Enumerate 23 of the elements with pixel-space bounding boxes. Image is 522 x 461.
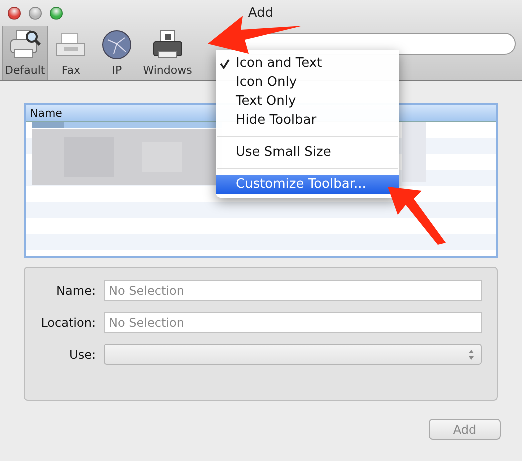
toolbar-item[interactable]: IP [94, 26, 140, 80]
zoom-button[interactable] [50, 6, 63, 20]
menu-item[interactable]: Use Small Size [216, 143, 399, 162]
close-button[interactable] [8, 6, 21, 20]
globe-icon [100, 28, 134, 62]
field-label: Location: [40, 316, 96, 330]
column-header[interactable]: Name [30, 106, 62, 120]
toolbar-item[interactable]: Windows [140, 26, 196, 80]
window-title: Add [248, 6, 274, 20]
toolbar-item[interactable]: Default [2, 26, 48, 80]
stepper-arrows-icon [468, 348, 475, 360]
toolbar-item[interactable]: Fax [48, 26, 94, 80]
menu-item[interactable]: Icon and Text [216, 54, 399, 73]
minimize-button[interactable] [29, 6, 42, 20]
menu-item[interactable]: Icon Only [216, 73, 399, 92]
text-field[interactable]: No Selection [104, 280, 482, 301]
annotation-arrow [388, 187, 446, 245]
menu-item[interactable]: Customize Toolbar... [216, 175, 399, 194]
field-label: Use: [68, 348, 96, 362]
menu-item[interactable]: Text Only [216, 92, 399, 111]
menu-item[interactable]: Hide Toolbar [216, 111, 399, 130]
field-label: Name: [56, 284, 96, 298]
text-field[interactable]: No Selection [104, 312, 482, 333]
